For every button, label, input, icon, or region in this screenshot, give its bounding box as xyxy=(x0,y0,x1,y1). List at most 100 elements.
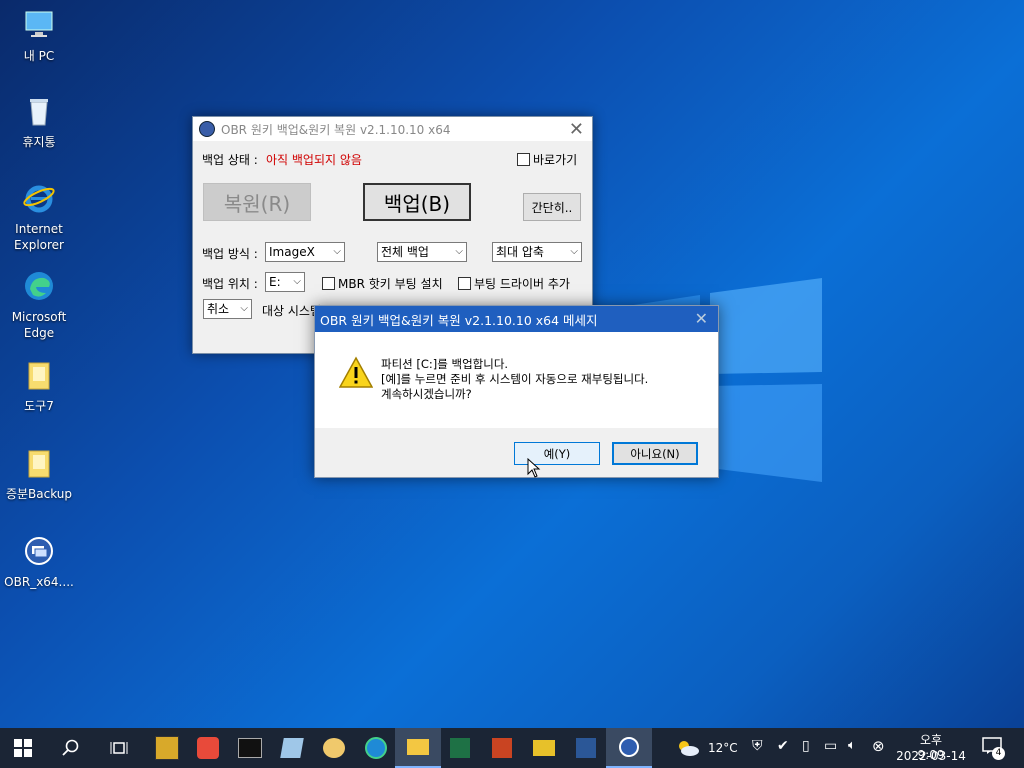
taskbar-app-edge[interactable] xyxy=(353,728,399,768)
desktop-icon-label: 증분Backup xyxy=(5,487,73,501)
desktop-icon-tools7[interactable]: 도구7 xyxy=(1,358,77,414)
weather-temperature[interactable]: 12°C xyxy=(708,741,738,755)
cancel-select[interactable]: 취소 ⌵ xyxy=(203,299,252,319)
close-icon[interactable]: ✕ xyxy=(695,309,708,328)
shortcut-checkbox[interactable]: 바로가기 xyxy=(517,151,577,168)
desktop-icon-label: 도구7 xyxy=(24,399,54,413)
message-titlebar[interactable]: OBR 원키 백업&원키 복원 v2.1.10.10 x64 메세지 xyxy=(315,306,718,332)
computer-icon xyxy=(25,11,53,37)
message-line-1: 파티션 [C:]를 백업합니다. xyxy=(381,357,509,371)
backup-location-label: 백업 위치 : xyxy=(202,277,258,291)
security-shield-icon[interactable]: ⛨ xyxy=(752,738,763,754)
compression-select[interactable]: 최대 압축 ⌵ xyxy=(492,242,582,262)
obr-app-icon xyxy=(199,121,215,137)
checkbox-label: 부팅 드라이버 추가 xyxy=(474,277,570,291)
chevron-down-icon: ⌵ xyxy=(240,303,248,314)
app-tool-icon xyxy=(155,736,179,760)
search-icon xyxy=(62,739,79,756)
search-button[interactable] xyxy=(48,728,94,768)
desktop-icon-obr[interactable]: OBR_x64.... xyxy=(1,534,77,590)
backup-location-select[interactable]: E: ⌵ xyxy=(265,272,305,292)
message-footer: 예(Y) 아니요(N) xyxy=(315,428,718,477)
task-view-icon xyxy=(110,742,128,754)
taskbar-app-cmd[interactable] xyxy=(227,728,273,768)
taskbar-app-tool[interactable] xyxy=(144,728,190,768)
select-value: 최대 압축 xyxy=(496,245,544,259)
checkbox-box[interactable] xyxy=(517,153,530,166)
desktop-icon-label: Internet Explorer xyxy=(14,222,64,252)
network-icon[interactable]: ▭ xyxy=(824,738,837,754)
clock-date[interactable]: 2022-03-14 xyxy=(895,749,967,763)
taskbar: 12°C ⛨ ✔ ▯ ▭ 🔈︎ ⊗ 오후 9:09 2022-03-14 4 xyxy=(0,728,1024,768)
taskbar-app-word[interactable] xyxy=(563,728,609,768)
volume-muted-icon[interactable]: 🔈︎ xyxy=(848,738,856,753)
backup-status-label: 백업 상태 : xyxy=(202,153,258,167)
message-text: 파티션 [C:]를 백업합니다. [예]를 누르면 준비 후 시스템이 자동으로… xyxy=(381,357,648,402)
select-value: E: xyxy=(269,275,281,289)
close-circle-icon[interactable]: ⊗ xyxy=(872,737,885,755)
usb-device-icon[interactable]: ▯ xyxy=(802,738,810,754)
windows-start-icon xyxy=(14,739,32,757)
desktop-icon-label: Microsoft Edge xyxy=(11,310,67,340)
flower-app-icon xyxy=(197,737,219,759)
taskbar-app-powerpoint[interactable] xyxy=(479,728,525,768)
obr-app-icon xyxy=(25,537,53,565)
chevron-down-icon: ⌵ xyxy=(293,276,301,287)
notification-center-button[interactable]: 4 xyxy=(982,737,1005,760)
chevron-down-icon: ⌵ xyxy=(570,246,578,257)
taskbar-app-excel[interactable] xyxy=(437,728,483,768)
desktop-icon-label: OBR_x64.... xyxy=(4,575,74,589)
taskbar-app-pdf[interactable] xyxy=(521,728,567,768)
desktop-icon-label: 휴지통 xyxy=(22,135,56,149)
notes-icon xyxy=(280,738,304,758)
taskbar-app-explorer[interactable] xyxy=(395,728,441,768)
backup-button[interactable]: 백업(B) xyxy=(363,183,471,221)
message-line-3: 계속하시겠습니까? xyxy=(381,387,472,401)
desktop-icon-incremental-backup[interactable]: 증분Backup xyxy=(1,446,77,502)
no-button[interactable]: 아니요(N) xyxy=(612,442,698,465)
checkmark-shield-icon[interactable]: ✔ xyxy=(777,738,789,754)
folder-icon xyxy=(28,362,50,390)
select-value: 전체 백업 xyxy=(381,245,429,259)
pdf-icon xyxy=(533,740,555,756)
powerpoint-icon xyxy=(492,738,512,758)
start-button[interactable] xyxy=(0,728,46,768)
checkbox-label: 바로가기 xyxy=(533,153,578,167)
weather-cloudy-icon[interactable] xyxy=(676,739,700,757)
taskbar-app-notes[interactable] xyxy=(269,728,315,768)
message-body: 파티션 [C:]를 백업합니다. [예]를 누르면 준비 후 시스템이 자동으로… xyxy=(315,332,718,428)
mbr-hotkey-checkbox[interactable]: MBR 핫키 부팅 설치 xyxy=(322,275,443,292)
close-icon[interactable]: ✕ xyxy=(569,119,584,140)
select-value: ImageX xyxy=(269,245,315,259)
taskbar-app-paint[interactable] xyxy=(311,728,357,768)
desktop-icon-recycle-bin[interactable]: 휴지통 xyxy=(1,94,77,150)
mouse-cursor-icon xyxy=(527,458,541,478)
folder-icon xyxy=(28,450,50,478)
simple-button[interactable]: 간단히.. xyxy=(523,193,581,221)
taskbar-app-obr[interactable] xyxy=(606,728,652,768)
backup-method-select[interactable]: ImageX ⌵ xyxy=(265,242,345,262)
desktop-icon-internet-explorer[interactable]: Internet Explorer xyxy=(1,181,77,253)
desktop-icon-edge[interactable]: Microsoft Edge xyxy=(1,269,77,341)
backup-status-value: 아직 백업되지 않음 xyxy=(266,153,362,167)
chevron-down-icon: ⌵ xyxy=(333,246,341,257)
message-title: OBR 원키 백업&원키 복원 v2.1.10.10 x64 메세지 xyxy=(320,312,598,328)
boot-driver-checkbox[interactable]: 부팅 드라이버 추가 xyxy=(458,275,570,292)
warning-icon xyxy=(339,356,373,388)
task-view-button[interactable] xyxy=(96,728,142,768)
paint-icon xyxy=(323,738,345,758)
edge-icon xyxy=(365,737,387,759)
checkbox-box[interactable] xyxy=(322,277,335,290)
restore-button[interactable]: 복원(R) xyxy=(203,183,311,221)
confirm-message-box: OBR 원키 백업&원키 복원 v2.1.10.10 x64 메세지 ✕ 파티션… xyxy=(314,305,719,478)
desktop-icon-this-pc[interactable]: 내 PC xyxy=(1,8,77,64)
backup-method-label: 백업 방식 : xyxy=(202,247,258,261)
obr-titlebar[interactable]: OBR 원키 백업&원키 복원 v2.1.10.10 x64 xyxy=(193,117,592,141)
taskbar-app-flower[interactable] xyxy=(185,728,231,768)
target-system-text: 대상 시스템 xyxy=(262,304,322,318)
edge-icon xyxy=(25,272,53,300)
word-icon xyxy=(576,738,596,758)
backup-scope-select[interactable]: 전체 백업 ⌵ xyxy=(377,242,467,262)
checkbox-box[interactable] xyxy=(458,277,471,290)
checkbox-label: MBR 핫키 부팅 설치 xyxy=(338,277,443,291)
